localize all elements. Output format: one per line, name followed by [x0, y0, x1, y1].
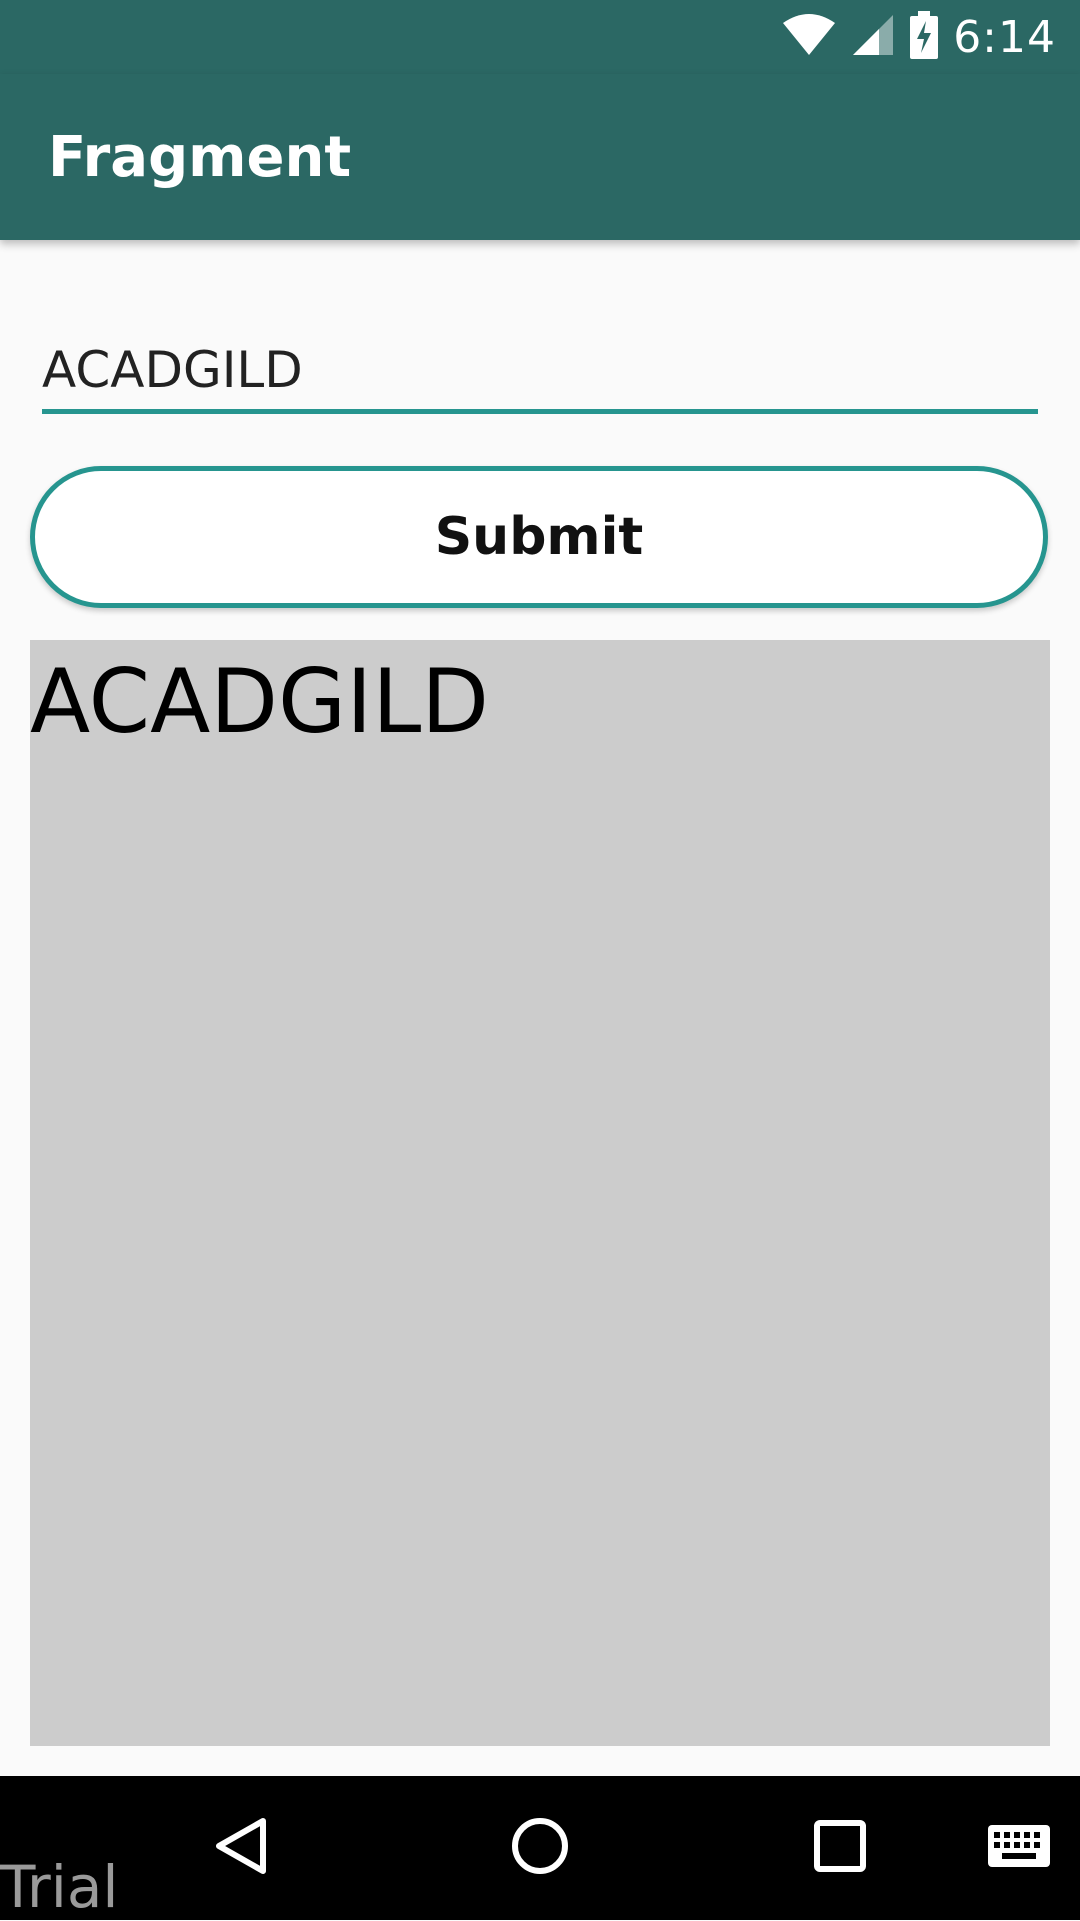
recents-icon — [813, 1819, 867, 1878]
keyboard-icon — [988, 1824, 1050, 1872]
app-bar: Fragment — [0, 74, 1080, 240]
home-button[interactable] — [500, 1776, 580, 1920]
status-bar: 6:14 — [0, 0, 1080, 74]
app-title: Fragment — [48, 124, 352, 190]
back-button[interactable] — [200, 1776, 280, 1920]
battery-charging-icon — [909, 10, 939, 64]
nav-bar: Trial — [0, 1776, 1080, 1920]
status-time: 6:14 — [953, 11, 1056, 63]
cell-signal-icon — [851, 13, 895, 62]
result-panel: ACADGILD — [30, 640, 1050, 1746]
home-icon — [510, 1816, 570, 1881]
submit-button[interactable]: Submit — [30, 466, 1048, 608]
status-icons: 6:14 — [781, 0, 1056, 74]
result-text: ACADGILD — [30, 650, 489, 753]
wifi-icon — [781, 13, 837, 62]
recents-button[interactable] — [800, 1776, 880, 1920]
keyboard-button[interactable] — [984, 1776, 1054, 1920]
back-icon — [213, 1817, 267, 1880]
trial-watermark: Trial — [0, 1853, 119, 1921]
text-input[interactable] — [42, 330, 1038, 414]
